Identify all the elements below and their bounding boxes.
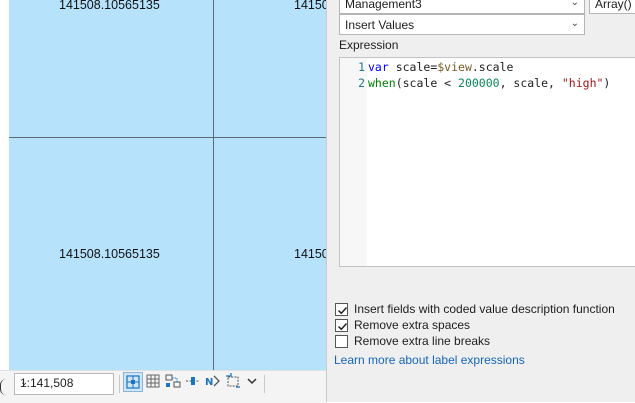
keyword-token: var	[368, 60, 389, 74]
grid-line-horizontal	[9, 137, 326, 138]
measure-icon[interactable]	[164, 372, 184, 392]
expression-label: Expression	[339, 38, 399, 52]
expression-editor[interactable]: 1 2 var scale=$view.scale when(scale < 2…	[339, 57, 635, 267]
chevron-down-icon: ⌄	[570, 18, 579, 29]
svg-text:N: N	[205, 377, 213, 388]
label-expression-panel: Management3 ⌄ Array() Insert Values ⌄ Ex…	[326, 0, 635, 402]
rotate-icon[interactable]	[224, 372, 244, 392]
checkbox-box[interactable]	[335, 335, 348, 348]
checkbox-box[interactable]	[335, 319, 348, 332]
toolbar-separator	[119, 375, 120, 393]
checkbox-label: Remove extra line breaks	[354, 334, 491, 348]
toolbar-separator	[264, 375, 265, 393]
line-number-gutter: 1 2	[340, 58, 367, 266]
function-dropdown[interactable]: Array()	[589, 0, 635, 14]
line-number: 2	[358, 76, 365, 90]
code-token: )	[603, 76, 611, 90]
learn-more-link[interactable]: Learn more about label expressions	[334, 353, 525, 367]
dropdown-value: Array()	[595, 0, 632, 11]
line-number: 1	[358, 60, 365, 74]
chevron-down-icon: ⌄	[20, 377, 29, 388]
map-scale-label: 14150	[294, 0, 326, 12]
map-status-bar: 1:141,508 ⌄ N	[0, 370, 326, 403]
code-line[interactable]: when(scale < 200000, scale, "high")	[368, 76, 610, 90]
map-scale-label: 141508.10565135	[59, 247, 160, 261]
resize-handle[interactable]	[0, 379, 6, 395]
chevron-down-icon[interactable]	[244, 372, 264, 392]
chevron-down-icon: ⌄	[570, 0, 579, 8]
code-token: .scale	[471, 60, 514, 74]
dropdown-value: Insert Values	[345, 18, 415, 32]
grid-snap-icon[interactable]	[123, 372, 143, 392]
code-token: , scale,	[499, 76, 562, 90]
navigation-icon[interactable]: N	[204, 372, 224, 392]
grid-icon[interactable]	[144, 372, 164, 392]
map-scale-label: 141508.10565135	[59, 0, 160, 12]
grid-line-vertical	[213, 0, 214, 370]
map-canvas[interactable]	[9, 0, 326, 370]
code-line[interactable]: var scale=$view.scale	[368, 60, 513, 74]
field-type-dropdown[interactable]: Management3 ⌄	[339, 0, 585, 14]
map-view[interactable]: 141508.10565135 14150 141508.10565135 14…	[0, 0, 326, 370]
code-token: (scale <	[395, 76, 459, 90]
number-token: 200000	[458, 76, 500, 90]
checkbox-label: Insert fields with coded value descripti…	[354, 302, 615, 316]
code-token: scale=	[388, 60, 438, 74]
checkbox-box[interactable]	[335, 303, 348, 316]
dropdown-value: Management3	[345, 0, 422, 11]
checkbox-label: Remove extra spaces	[354, 318, 471, 332]
map-scale-label: 14150	[294, 247, 326, 261]
global-variable-token: $view	[437, 60, 472, 74]
string-token: "high"	[561, 76, 604, 90]
insert-values-dropdown[interactable]: Insert Values ⌄	[339, 14, 585, 35]
scale-dropdown[interactable]: 1:141,508 ⌄	[14, 373, 114, 395]
fixed-extent-icon[interactable]	[184, 372, 204, 392]
function-token: when	[368, 76, 396, 90]
